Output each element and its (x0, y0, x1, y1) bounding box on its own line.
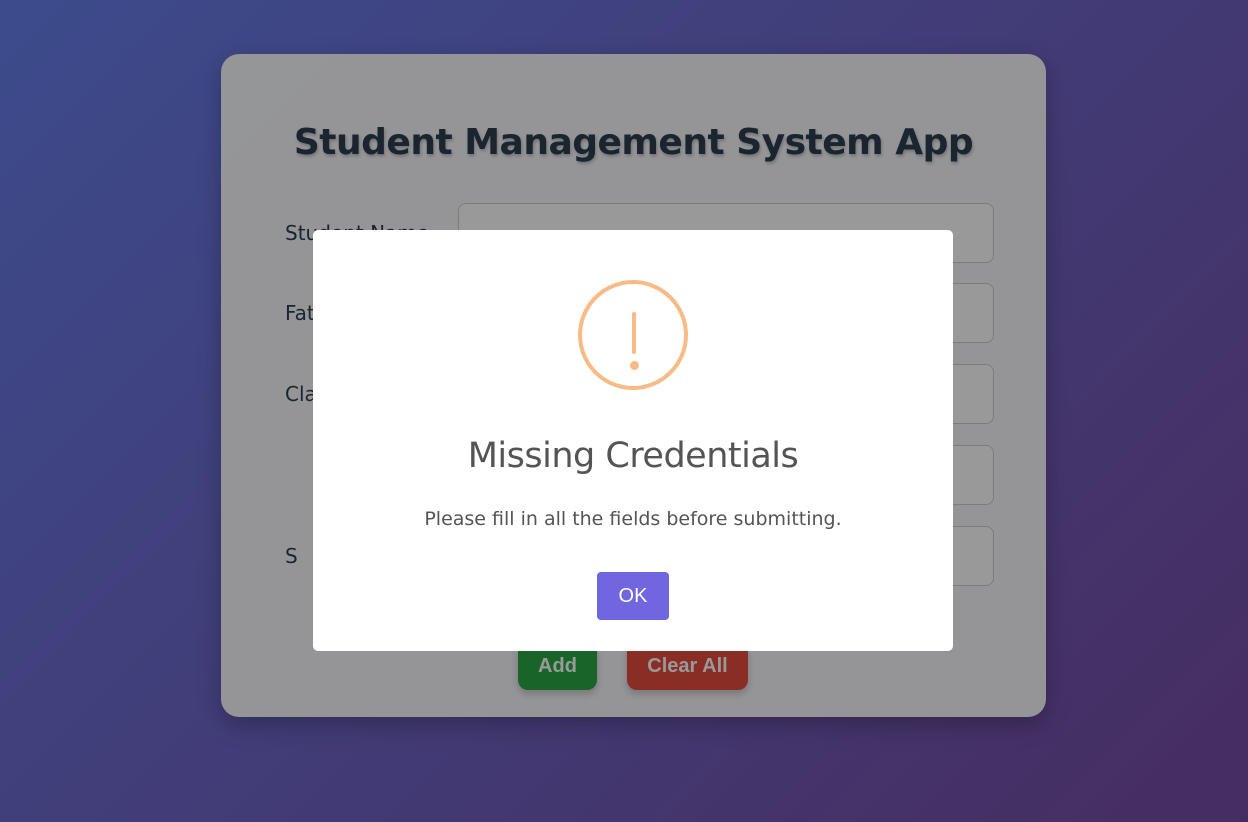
dialog-message: Please fill in all the fields before sub… (424, 508, 842, 530)
ok-button[interactable]: OK (597, 572, 669, 620)
warning-icon (578, 280, 688, 390)
warning-icon-bar (632, 312, 636, 354)
alert-dialog: Missing Credentials Please fill in all t… (313, 230, 953, 651)
dialog-title: Missing Credentials (467, 436, 799, 476)
modal-overlay[interactable]: Missing Credentials Please fill in all t… (0, 0, 1248, 822)
warning-icon-dot (630, 361, 639, 370)
